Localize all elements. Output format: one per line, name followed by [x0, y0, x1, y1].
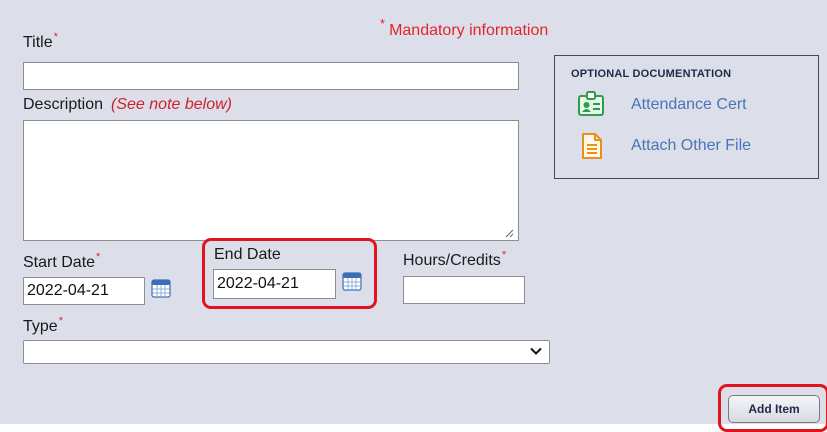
type-label: Type* — [23, 315, 63, 336]
end-date-input[interactable] — [213, 269, 336, 299]
type-label-text: Type — [23, 318, 58, 335]
mandatory-info-text: Mandatory information — [389, 22, 549, 39]
title-input[interactable] — [23, 62, 519, 90]
type-select[interactable] — [23, 340, 550, 364]
required-marker: * — [501, 249, 507, 261]
optional-documentation-heading: OPTIONAL DOCUMENTATION — [571, 68, 732, 80]
description-note: (See note below) — [111, 96, 232, 113]
description-label-text: Description — [23, 96, 104, 113]
attach-other-file-link[interactable]: Attach Other File — [631, 137, 751, 155]
id-badge-icon — [578, 91, 604, 116]
start-date-input[interactable] — [23, 277, 145, 305]
hours-credits-input[interactable] — [403, 276, 525, 304]
required-marker: * — [58, 315, 63, 327]
title-label: Title* — [23, 31, 58, 52]
document-icon — [582, 133, 602, 159]
required-marker: * — [53, 31, 58, 43]
optional-documentation-box: OPTIONAL DOCUMENTATION Attendance Cert A… — [554, 55, 819, 179]
required-marker: * — [96, 251, 101, 263]
add-item-button[interactable]: Add Item — [728, 395, 820, 423]
calendar-icon[interactable] — [342, 271, 362, 291]
calendar-icon[interactable] — [151, 278, 171, 298]
hours-credits-label: Hours/Credits* — [403, 249, 507, 270]
attendance-cert-link[interactable]: Attendance Cert — [631, 96, 747, 114]
title-label-text: Title — [23, 34, 53, 51]
start-date-label-text: Start Date — [23, 254, 96, 271]
hours-credits-label-text: Hours/Credits — [403, 252, 501, 269]
mandatory-info-note: * Mandatory information — [380, 16, 549, 40]
description-textarea[interactable] — [23, 120, 519, 241]
start-date-label: Start Date* — [23, 251, 101, 272]
required-marker: * — [380, 16, 386, 31]
form-panel: * Mandatory information Title* Descriptio… — [0, 0, 827, 424]
end-date-label: End Date — [214, 246, 281, 263]
description-label: Description (See note below) — [23, 96, 232, 114]
